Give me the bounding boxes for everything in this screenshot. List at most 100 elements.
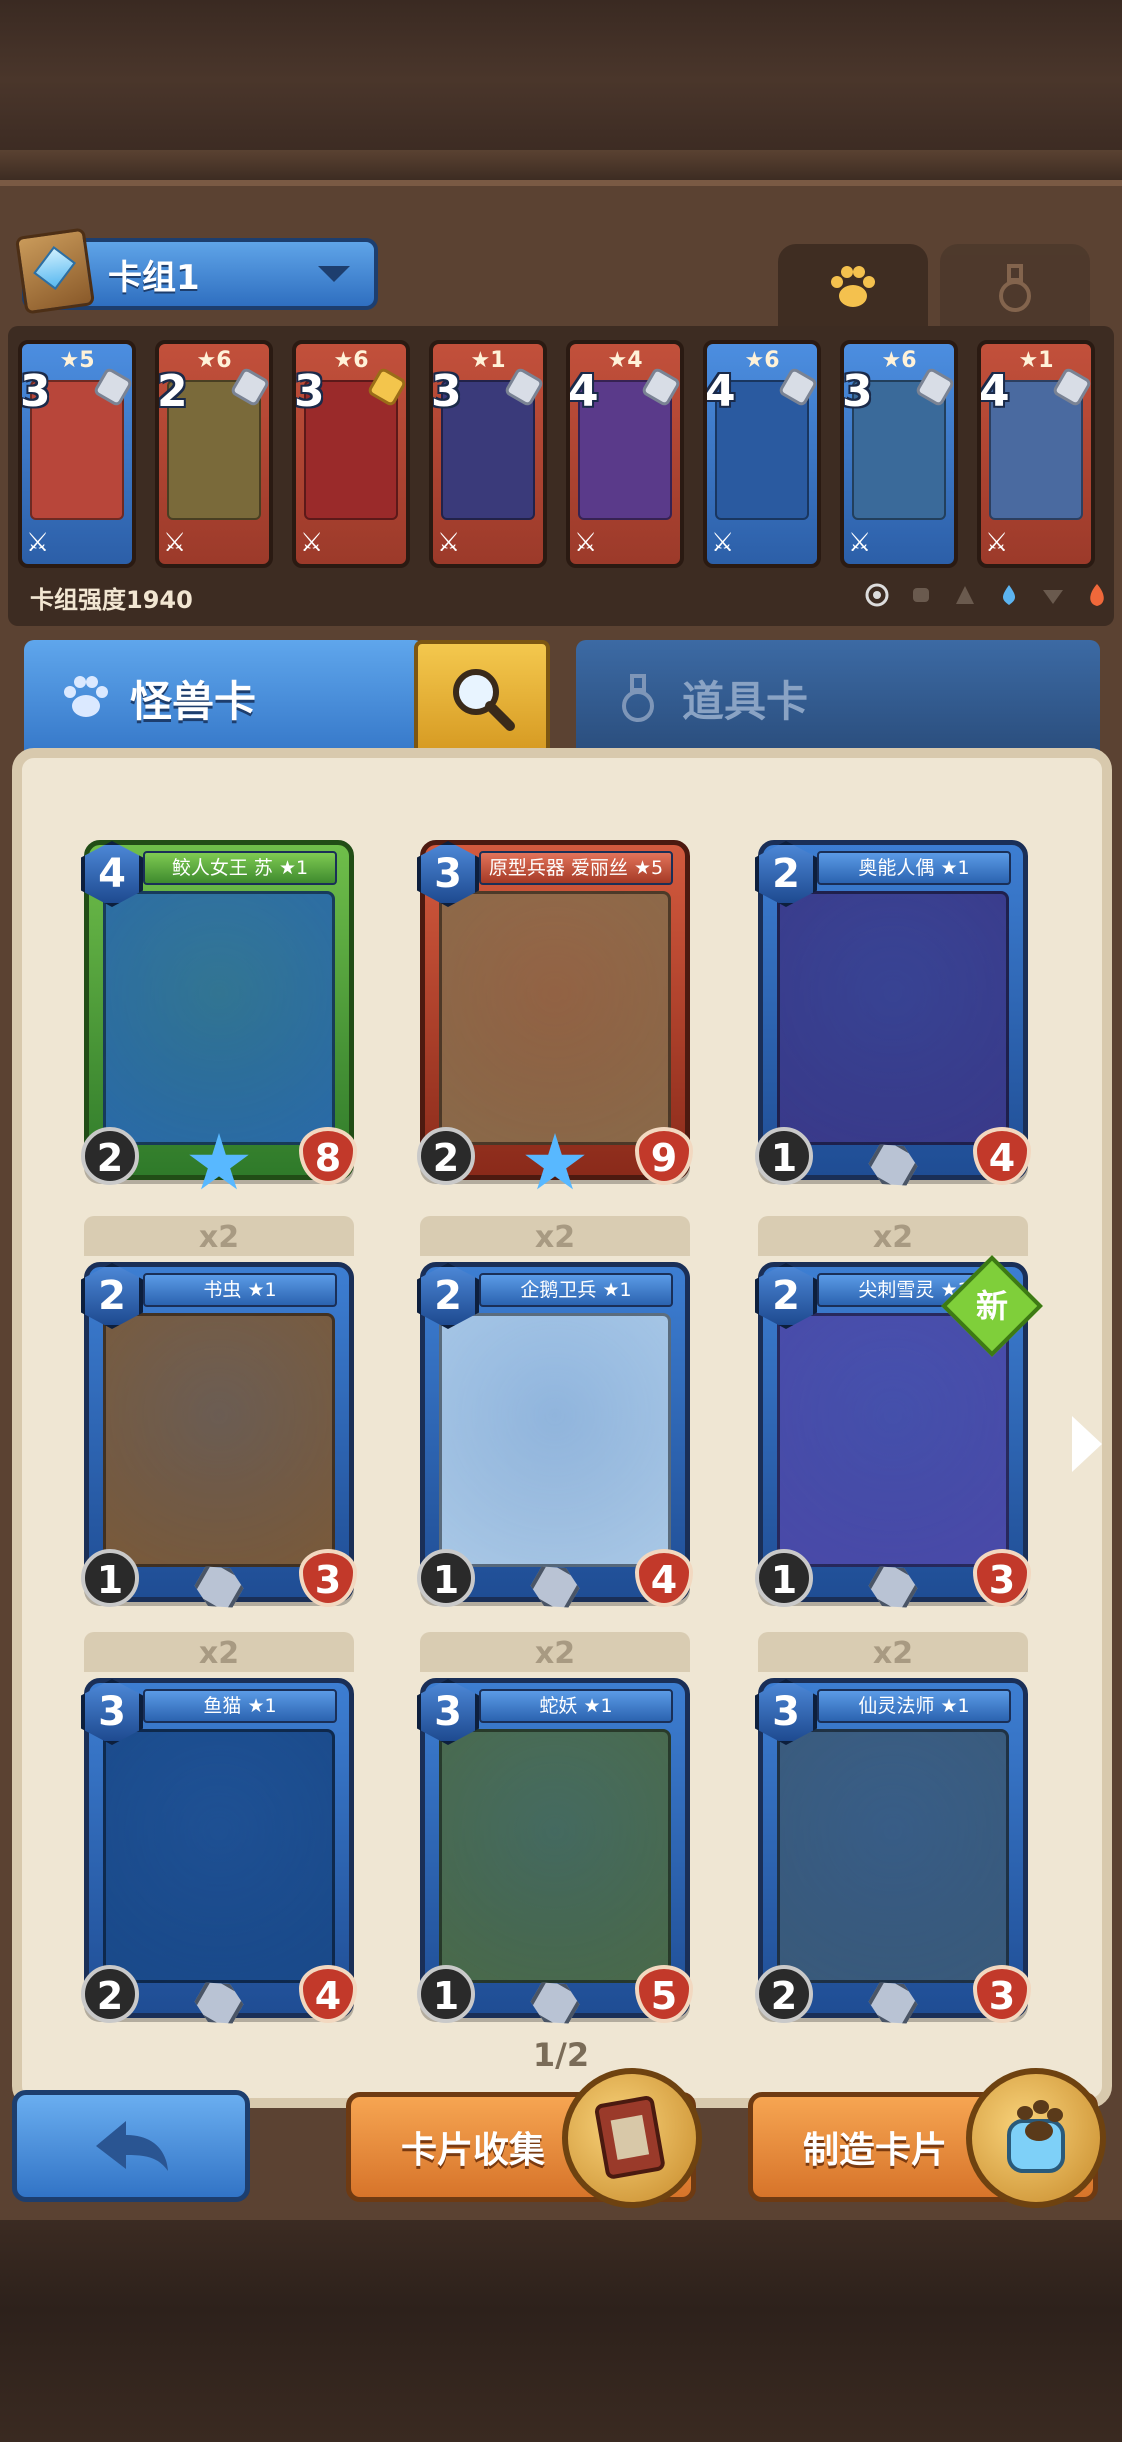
deck-card-cost: 4 bbox=[568, 366, 599, 417]
sword-icon: ⚔ bbox=[711, 528, 735, 558]
card-attack: 2 bbox=[755, 1965, 813, 2023]
card-attack: 2 bbox=[81, 1127, 139, 1185]
deck-card-cost: 3 bbox=[20, 366, 51, 417]
card-art bbox=[777, 1313, 1009, 1567]
deck-card-abilities: ⚔ bbox=[848, 528, 871, 558]
paw-icon bbox=[831, 266, 875, 307]
card-art bbox=[103, 1313, 335, 1567]
card-art bbox=[439, 1313, 671, 1567]
deck-card-cost: 4 bbox=[705, 366, 736, 417]
card-attack: 1 bbox=[755, 1127, 813, 1185]
deck-card-abilities: ⚔ bbox=[26, 528, 49, 558]
deck-card[interactable]: ★1 4 ⚔ bbox=[977, 340, 1095, 568]
deck-card[interactable]: ★6 3 ⚔ bbox=[840, 340, 958, 568]
card-name: 仙灵法师 ★1 bbox=[817, 1689, 1011, 1723]
card-art bbox=[103, 1729, 335, 1983]
card-count: x2 bbox=[198, 1636, 240, 1671]
deck-card-abilities: ⚔ bbox=[574, 528, 597, 558]
tab-item-cards[interactable]: 道具卡 bbox=[576, 640, 1100, 756]
card-attack: 1 bbox=[755, 1549, 813, 1607]
card-art bbox=[103, 891, 335, 1145]
search-icon bbox=[453, 669, 515, 731]
deck-power-label: 卡组强度1940 bbox=[30, 586, 193, 614]
deck-card[interactable]: ★6 3 ⚔ bbox=[292, 340, 410, 568]
sword-icon: ⚔ bbox=[985, 528, 1009, 558]
sword-icon: ⚔ bbox=[163, 528, 187, 558]
monster-card[interactable]: 仙灵法师 ★1 3 2 3 bbox=[755, 1678, 1031, 2018]
all-filter-icon[interactable] bbox=[862, 580, 892, 610]
card-count: x2 bbox=[872, 1220, 914, 1255]
deck-card-cost: 3 bbox=[294, 366, 325, 417]
chevron-down-icon bbox=[318, 266, 350, 282]
element-filter-row bbox=[862, 580, 1112, 610]
tab-monster-label: 怪兽卡 bbox=[130, 676, 257, 726]
card-name: 奥能人偶 ★1 bbox=[817, 851, 1011, 885]
card-name: 原型兵器 爱丽丝 ★5 bbox=[479, 851, 673, 885]
deck-card[interactable]: ★6 2 ⚔ bbox=[155, 340, 273, 568]
top-wood-background bbox=[0, 0, 1122, 200]
monster-card[interactable]: 书虫 ★1 2 1 3 bbox=[81, 1262, 357, 1602]
card-name: 鱼猫 ★1 bbox=[143, 1689, 337, 1723]
card-book-icon[interactable] bbox=[562, 2068, 702, 2208]
monster-card[interactable]: 鲛人女王 苏 ★1 4 2 8 bbox=[81, 840, 357, 1190]
tab-item-deck[interactable] bbox=[940, 244, 1090, 332]
deck-book-icon bbox=[14, 227, 96, 315]
bottom-wood-background bbox=[0, 2220, 1122, 2442]
deck-name: 卡组1 bbox=[108, 257, 200, 298]
card-count: x2 bbox=[534, 1636, 576, 1671]
monster-card[interactable]: 蛇妖 ★1 3 1 5 bbox=[417, 1678, 693, 2018]
deck-card[interactable]: ★5 3 ⚔ bbox=[18, 340, 136, 568]
card-art bbox=[777, 1729, 1009, 1983]
card-attack: 1 bbox=[417, 1965, 475, 2023]
card-count: x2 bbox=[872, 1636, 914, 1671]
card-count: x2 bbox=[198, 1220, 240, 1255]
deck-card-abilities: ⚔ bbox=[163, 528, 186, 558]
potion-jar-icon[interactable] bbox=[966, 2068, 1106, 2208]
deck-selector[interactable]: 卡组1 bbox=[14, 227, 378, 315]
deck-card[interactable]: ★6 4 ⚔ bbox=[703, 340, 821, 568]
card-name: 鲛人女王 苏 ★1 bbox=[143, 851, 337, 885]
sword-icon: ⚔ bbox=[574, 528, 598, 558]
fire-icon[interactable] bbox=[1082, 580, 1112, 610]
deck-card-abilities: ⚔ bbox=[711, 528, 734, 558]
deck-card-cost: 3 bbox=[431, 366, 462, 417]
craft-card-label: 制造卡片 bbox=[803, 2130, 948, 2171]
tab-item-label: 道具卡 bbox=[682, 676, 809, 726]
monster-card[interactable]: 企鹅卫兵 ★1 2 1 4 bbox=[417, 1262, 693, 1602]
page-indicator: 1/2 bbox=[532, 2036, 590, 2074]
monster-card[interactable]: 鱼猫 ★1 3 2 4 bbox=[81, 1678, 357, 2018]
card-attack: 1 bbox=[81, 1549, 139, 1607]
monster-card[interactable]: 原型兵器 爱丽丝 ★5 3 2 9 bbox=[417, 840, 693, 1190]
sword-icon: ⚔ bbox=[300, 528, 324, 558]
card-attack: 2 bbox=[417, 1127, 475, 1185]
paw-icon bbox=[64, 676, 108, 717]
back-arrow-icon bbox=[96, 2121, 168, 2171]
card-attack: 1 bbox=[417, 1549, 475, 1607]
deck-card-abilities: ⚔ bbox=[300, 528, 323, 558]
monster-card[interactable]: 奥能人偶 ★1 2 1 4 bbox=[755, 840, 1031, 1180]
card-art bbox=[439, 891, 671, 1145]
card-name: 企鹅卫兵 ★1 bbox=[479, 1273, 673, 1307]
fist-icon[interactable] bbox=[906, 580, 936, 610]
card-name: 蛇妖 ★1 bbox=[479, 1689, 673, 1723]
card-name: 书虫 ★1 bbox=[143, 1273, 337, 1307]
new-badge-label: 新 bbox=[975, 1287, 1008, 1325]
water-drop-icon[interactable] bbox=[994, 580, 1024, 610]
sword-icon: ⚔ bbox=[26, 528, 50, 558]
deck-card[interactable]: ★1 3 ⚔ bbox=[429, 340, 547, 568]
tab-monster-cards[interactable]: 怪兽卡 bbox=[24, 640, 424, 756]
next-page-arrow-icon[interactable] bbox=[1072, 1416, 1102, 1472]
deck-card[interactable]: ★4 4 ⚔ bbox=[566, 340, 684, 568]
deck-card-abilities: ⚔ bbox=[437, 528, 460, 558]
card-attack: 2 bbox=[81, 1965, 139, 2023]
tab-monster-deck[interactable] bbox=[778, 244, 928, 332]
potion-icon bbox=[622, 674, 654, 722]
wing-icon[interactable] bbox=[1038, 580, 1068, 610]
deck-card-cost: 3 bbox=[842, 366, 873, 417]
search-button[interactable] bbox=[414, 640, 550, 756]
claw-icon[interactable] bbox=[950, 580, 980, 610]
card-count: x2 bbox=[534, 1220, 576, 1255]
deck-card-cost: 2 bbox=[157, 366, 188, 417]
card-collection-label: 卡片收集 bbox=[401, 2130, 546, 2171]
back-button[interactable] bbox=[12, 2090, 250, 2202]
